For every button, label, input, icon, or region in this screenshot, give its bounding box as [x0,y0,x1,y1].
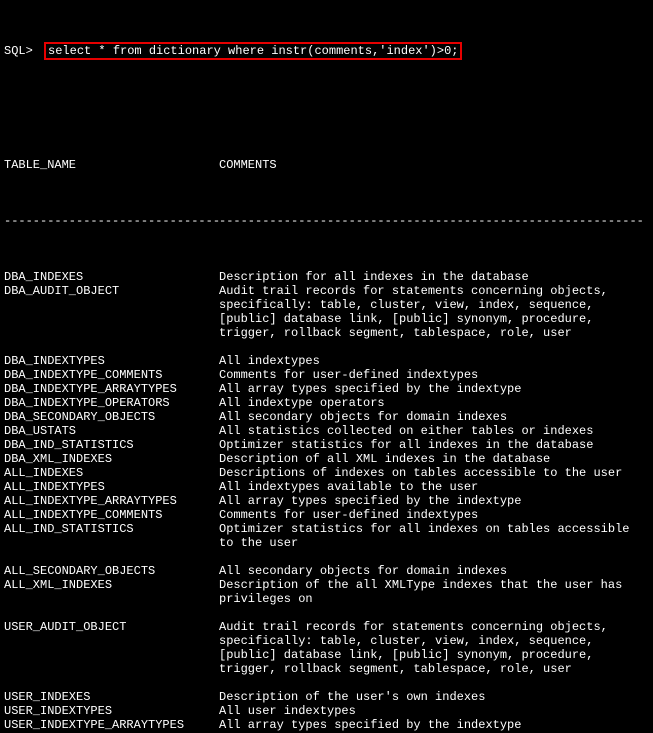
blank-line [4,676,649,690]
cell-comments: Comments for user-defined indextypes [219,508,643,522]
cell-comments: Optimizer statistics for all indexes in … [219,438,643,452]
blank-line [4,550,649,564]
cell-comments: All user indextypes [219,704,643,718]
cell-table-name: USER_INDEXTYPE_ARRAYTYPES [4,718,219,732]
table-row: USER_INDEXTYPE_ARRAYTYPESAll array types… [4,718,649,732]
cell-comments: All secondary objects for domain indexes [219,410,643,424]
cell-table-name: ALL_INDEXTYPE_COMMENTS [4,508,219,522]
column-headers: TABLE_NAMECOMMENTS [4,158,649,172]
cell-table-name: ALL_INDEXTYPES [4,480,219,494]
cell-comments: Description for all indexes in the datab… [219,270,643,284]
cell-comments: All statistics collected on either table… [219,424,643,438]
table-row: DBA_INDEXTYPE_ARRAYTYPESAll array types … [4,382,649,396]
blank-line [4,340,649,354]
cell-comments: All indextypes available to the user [219,480,643,494]
table-row: ALL_IND_STATISTICSOptimizer statistics f… [4,522,649,550]
cell-table-name: ALL_XML_INDEXES [4,578,219,592]
table-row: DBA_AUDIT_OBJECTAudit trail records for … [4,284,649,340]
table-row: DBA_XML_INDEXESDescription of all XML in… [4,452,649,466]
sql-command-highlight: select * from dictionary where instr(com… [44,42,462,60]
table-row: ALL_INDEXTYPE_COMMENTSComments for user-… [4,508,649,522]
header-table-name: TABLE_NAME [4,158,219,172]
header-comments: COMMENTS [219,158,643,172]
blank-line [4,102,649,116]
table-row: DBA_USTATSAll statistics collected on ei… [4,424,649,438]
divider-col0: ------------------------------ [4,214,219,228]
cell-comments: All array types specified by the indexty… [219,718,643,732]
cell-comments: Description of all XML indexes in the da… [219,452,643,466]
sql-prompt-line[interactable]: SQL> select * from dictionary where inst… [4,42,649,60]
cell-table-name: DBA_INDEXTYPES [4,354,219,368]
cell-table-name: DBA_INDEXTYPE_COMMENTS [4,368,219,382]
cell-comments: Description of the user's own indexes [219,690,643,704]
cell-comments: Audit trail records for statements conce… [219,620,643,676]
table-row: USER_AUDIT_OBJECTAudit trail records for… [4,620,649,676]
terminal-output: SQL> select * from dictionary where inst… [0,0,653,733]
table-row: DBA_INDEXESDescription for all indexes i… [4,270,649,284]
table-row: ALL_XML_INDEXESDescription of the all XM… [4,578,649,606]
sql-prompt: SQL> [4,44,40,58]
cell-comments: All array types specified by the indexty… [219,382,643,396]
cell-table-name: DBA_INDEXTYPE_ARRAYTYPES [4,382,219,396]
cell-comments: Audit trail records for statements conce… [219,284,643,340]
cell-table-name: ALL_IND_STATISTICS [4,522,219,536]
table-row: ALL_INDEXTYPESAll indextypes available t… [4,480,649,494]
table-row: DBA_SECONDARY_OBJECTSAll secondary objec… [4,410,649,424]
cell-table-name: DBA_USTATS [4,424,219,438]
table-row: USER_INDEXTYPESAll user indextypes [4,704,649,718]
cell-comments: All indextype operators [219,396,643,410]
cell-comments: All secondary objects for domain indexes [219,564,643,578]
table-row: USER_INDEXESDescription of the user's ow… [4,690,649,704]
cell-comments: Descriptions of indexes on tables access… [219,466,643,480]
cell-table-name: USER_INDEXES [4,690,219,704]
divider-row: ----------------------------------------… [4,214,649,228]
cell-table-name: USER_AUDIT_OBJECT [4,620,219,634]
table-row: ALL_INDEXTYPE_ARRAYTYPESAll array types … [4,494,649,508]
cell-comments: Comments for user-defined indextypes [219,368,643,382]
result-rows: DBA_INDEXESDescription for all indexes i… [4,270,649,733]
table-row: ALL_INDEXESDescriptions of indexes on ta… [4,466,649,480]
cell-table-name: DBA_SECONDARY_OBJECTS [4,410,219,424]
table-row: DBA_INDEXTYPESAll indextypes [4,354,649,368]
cell-table-name: DBA_AUDIT_OBJECT [4,284,219,298]
table-row: ALL_SECONDARY_OBJECTSAll secondary objec… [4,564,649,578]
divider-col1: ----------------------------------------… [219,214,643,228]
cell-table-name: USER_INDEXTYPES [4,704,219,718]
cell-table-name: DBA_IND_STATISTICS [4,438,219,452]
table-row: DBA_INDEXTYPE_OPERATORSAll indextype ope… [4,396,649,410]
cell-table-name: ALL_INDEXES [4,466,219,480]
cell-comments: Description of the all XMLType indexes t… [219,578,643,606]
cell-table-name: ALL_SECONDARY_OBJECTS [4,564,219,578]
cell-table-name: DBA_XML_INDEXES [4,452,219,466]
cell-comments: Optimizer statistics for all indexes on … [219,522,643,550]
cell-table-name: ALL_INDEXTYPE_ARRAYTYPES [4,494,219,508]
table-row: DBA_IND_STATISTICSOptimizer statistics f… [4,438,649,452]
cell-table-name: DBA_INDEXES [4,270,219,284]
cell-table-name: DBA_INDEXTYPE_OPERATORS [4,396,219,410]
sql-command-text: select * from dictionary where instr(com… [48,44,458,58]
cell-comments: All indextypes [219,354,643,368]
blank-line [4,606,649,620]
table-row: DBA_INDEXTYPE_COMMENTSComments for user-… [4,368,649,382]
cell-comments: All array types specified by the indexty… [219,494,643,508]
